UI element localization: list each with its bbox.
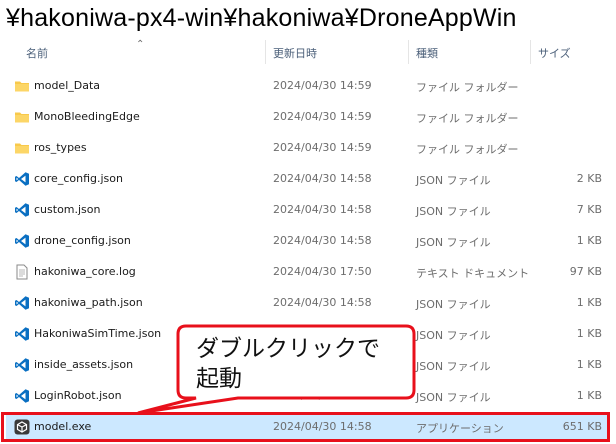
file-row[interactable]: hakoniwa_path.json 2024/04/30 14:58 JSON フ… bbox=[6, 288, 610, 318]
file-size: 97 KB bbox=[569, 265, 602, 278]
file-date: 2024/04/30 14:58 bbox=[273, 234, 372, 247]
file-name: HakoniwaSimTime.json bbox=[34, 327, 162, 340]
vscode-json-icon bbox=[14, 326, 30, 342]
file-row[interactable]: model_Data 2024/04/30 14:59 ファイル フォルダー bbox=[6, 71, 610, 101]
file-date: 2024/04/30 17:50 bbox=[273, 265, 372, 278]
file-type: ファイル フォルダー bbox=[416, 143, 519, 156]
vscode-json-icon bbox=[14, 295, 30, 311]
column-date[interactable]: 更新日時 bbox=[273, 45, 317, 61]
vscode-json-icon bbox=[14, 202, 30, 218]
vscode-json-icon bbox=[14, 171, 30, 187]
file-type: JSON ファイル bbox=[416, 298, 491, 311]
vscode-json-icon bbox=[14, 233, 30, 249]
file-size: 1 KB bbox=[576, 389, 602, 402]
file-row[interactable]: ros_types 2024/04/30 14:59 ファイル フォルダー bbox=[6, 133, 610, 163]
file-type: ファイル フォルダー bbox=[416, 81, 519, 94]
folder-icon bbox=[14, 78, 30, 94]
file-name: hakoniwa_core.log bbox=[34, 265, 136, 278]
file-type: JSON ファイル bbox=[416, 329, 491, 342]
file-name: hakoniwa_path.json bbox=[34, 296, 143, 309]
vscode-json-icon bbox=[14, 388, 30, 404]
folder-icon bbox=[14, 109, 30, 125]
file-row-selected[interactable]: model.exe 2024/04/30 14:58 アプリケーション 651 KB bbox=[6, 412, 610, 442]
file-type: JSON ファイル bbox=[416, 174, 491, 187]
file-type: JSON ファイル bbox=[416, 236, 491, 249]
file-date: 2024/04/30 14:58 bbox=[273, 203, 372, 216]
file-date: 2024/04/30 14:58 bbox=[273, 420, 372, 433]
column-name[interactable]: 名前 bbox=[26, 45, 48, 61]
file-row[interactable]: drone_config.json 2024/04/30 14:58 JSON ファ… bbox=[6, 226, 610, 256]
file-date: 2024/04/30 14:59 bbox=[273, 141, 372, 154]
column-header: ⌃ 名前 更新日時 種類 サイズ bbox=[0, 39, 616, 64]
file-type: JSON ファイル bbox=[416, 205, 491, 218]
sort-ascending-icon: ⌃ bbox=[136, 39, 145, 50]
callout-text: ダブルクリックで 起動 bbox=[196, 336, 380, 392]
file-name: core_config.json bbox=[34, 172, 123, 185]
file-type: テキスト ドキュメント bbox=[416, 267, 530, 280]
file-date: 2024/04/30 14:59 bbox=[273, 110, 372, 123]
file-row[interactable]: hakoniwa_core.log 2024/04/30 17:50 テキスト ドキ… bbox=[6, 257, 610, 287]
column-type[interactable]: 種類 bbox=[416, 45, 438, 61]
file-date: 2024/04/30 14:59 bbox=[273, 79, 372, 92]
file-type: JSON ファイル bbox=[416, 391, 491, 404]
path-title: ¥hakoniwa-px4-win¥hakoniwa¥DroneAppWin bbox=[6, 4, 517, 32]
file-date: 2024/04/30 14:58 bbox=[273, 296, 372, 309]
unity-app-icon bbox=[14, 419, 30, 435]
file-size: 651 KB bbox=[562, 420, 602, 433]
file-size: 2 KB bbox=[576, 172, 602, 185]
file-row[interactable]: custom.json 2024/04/30 14:58 JSON ファイル 7 KB bbox=[6, 195, 610, 225]
file-size: 1 KB bbox=[576, 358, 602, 371]
file-size: 7 KB bbox=[576, 203, 602, 216]
file-name: ros_types bbox=[34, 141, 87, 154]
column-divider[interactable] bbox=[530, 40, 531, 64]
file-type: ファイル フォルダー bbox=[416, 112, 519, 125]
file-row[interactable]: core_config.json 2024/04/30 14:58 JSON ファイ… bbox=[6, 164, 610, 194]
file-size: 1 KB bbox=[576, 327, 602, 340]
file-name: LoginRobot.json bbox=[34, 389, 122, 402]
file-name: MonoBleedingEdge bbox=[34, 110, 140, 123]
file-type: JSON ファイル bbox=[416, 360, 491, 373]
file-type: アプリケーション bbox=[416, 422, 504, 435]
file-name: custom.json bbox=[34, 203, 101, 216]
file-row[interactable]: MonoBleedingEdge 2024/04/30 14:59 ファイル フォル… bbox=[6, 102, 610, 132]
text-document-icon bbox=[14, 264, 30, 280]
column-divider[interactable] bbox=[265, 40, 266, 64]
file-date: 2024/04/30 14:58 bbox=[273, 172, 372, 185]
vscode-json-icon bbox=[14, 357, 30, 373]
file-name: inside_assets.json bbox=[34, 358, 134, 371]
file-size: 1 KB bbox=[576, 234, 602, 247]
file-name: drone_config.json bbox=[34, 234, 131, 247]
folder-icon bbox=[14, 140, 30, 156]
column-divider[interactable] bbox=[408, 40, 409, 64]
file-name: model_Data bbox=[34, 79, 101, 92]
file-size: 1 KB bbox=[576, 296, 602, 309]
column-size[interactable]: サイズ bbox=[538, 45, 571, 61]
file-name: model.exe bbox=[34, 420, 92, 433]
